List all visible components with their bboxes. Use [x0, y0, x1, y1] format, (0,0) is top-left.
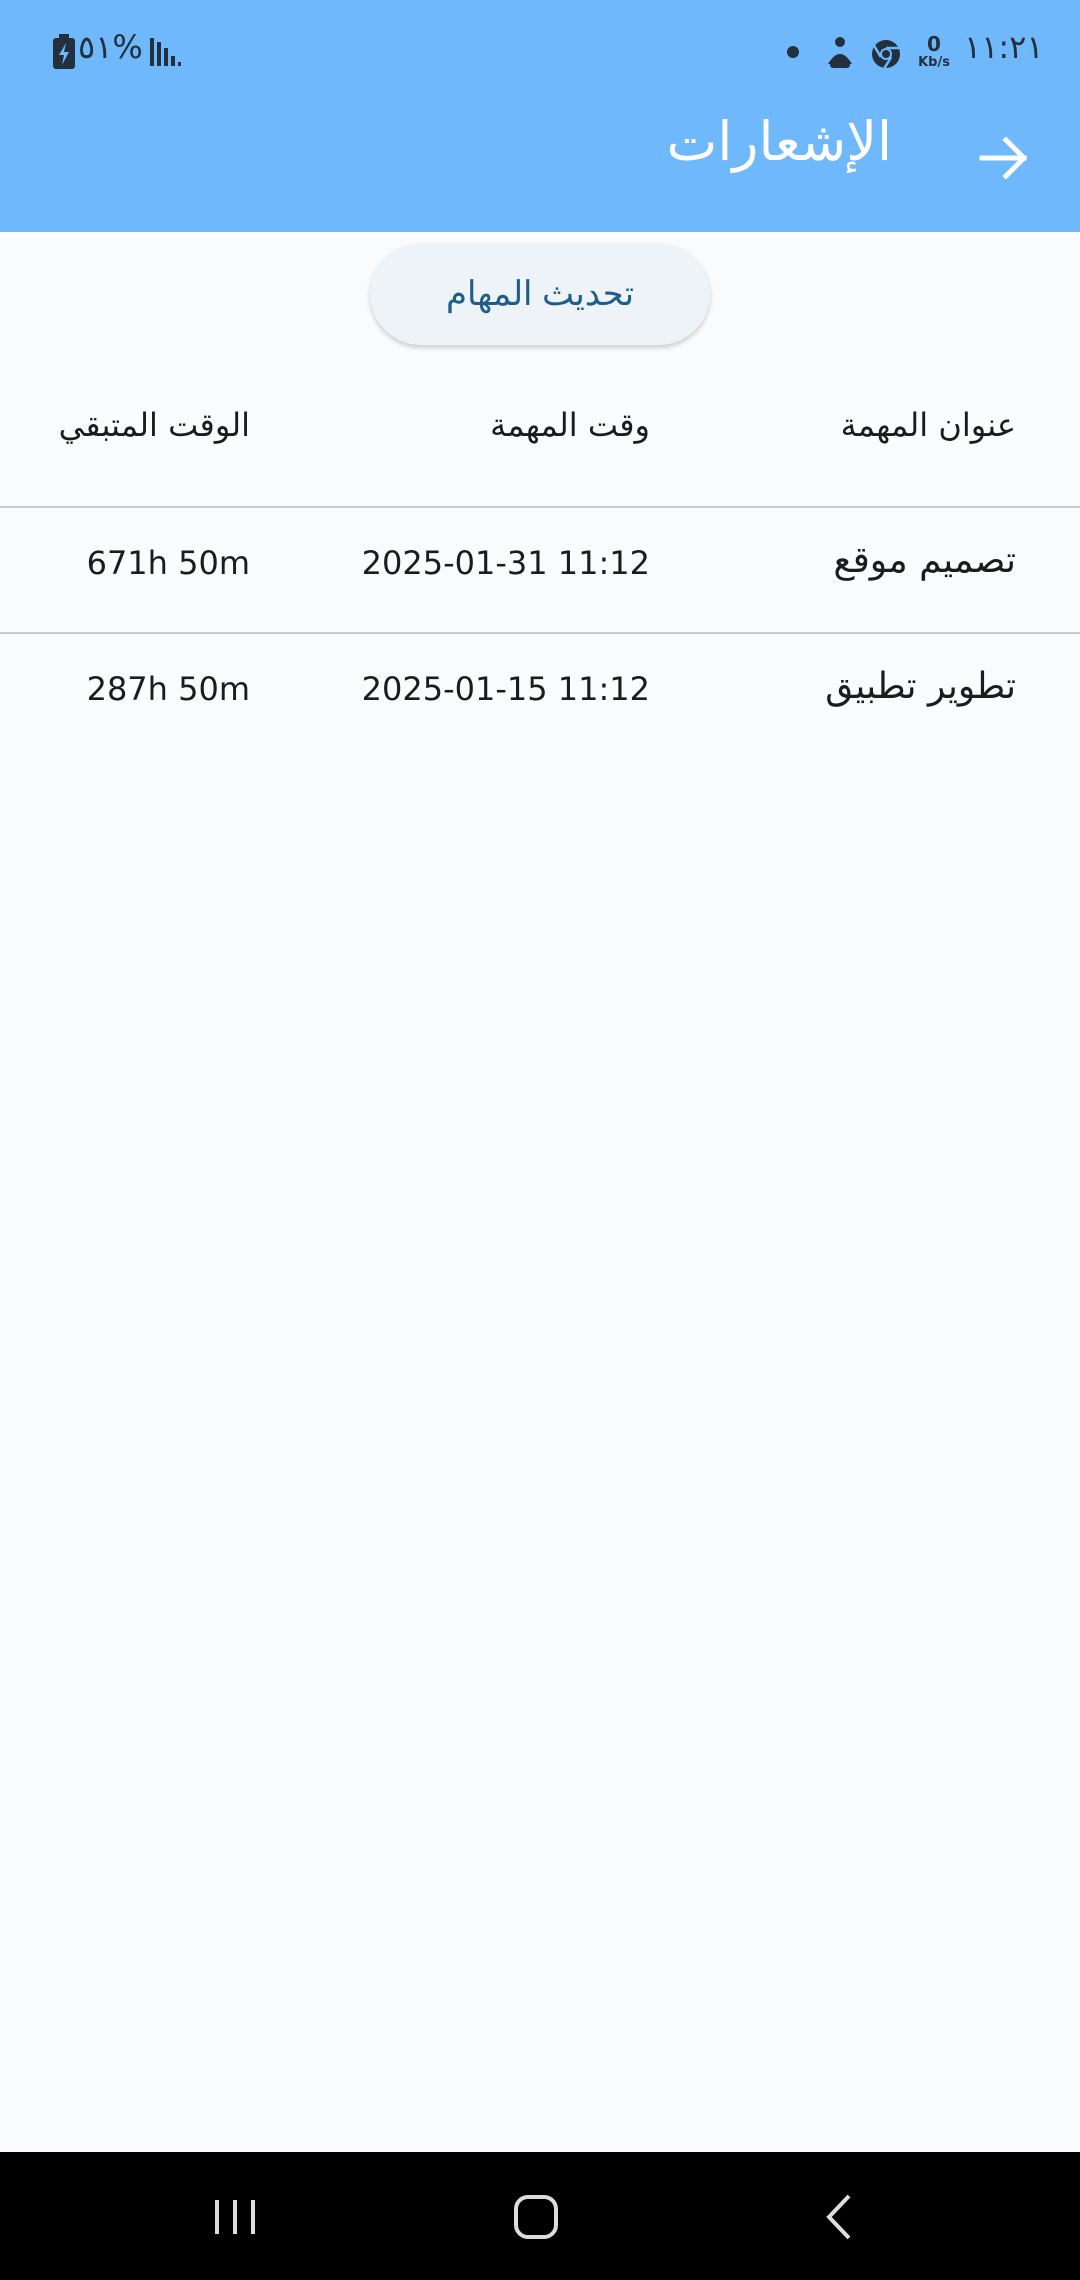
battery-icon — [52, 34, 76, 74]
header-task-time: وقت المهمة — [490, 406, 650, 444]
table-header: عنوان المهمة وقت المهمة الوقت المتبقي — [0, 350, 1080, 508]
accessibility-icon — [824, 36, 856, 74]
task-title: تصميم موقع — [833, 540, 1016, 581]
network-speed: 0 Kb/s — [918, 34, 950, 69]
network-speed-unit: Kb/s — [918, 55, 950, 70]
battery-percent: %٥١ — [78, 28, 143, 66]
table-row[interactable]: تصميم موقع 2025-01-31 11:12 671h 50m — [0, 508, 1080, 634]
task-title: تطوير تطبيق — [825, 666, 1016, 707]
task-time: 2025-01-31 11:12 — [361, 544, 650, 582]
system-nav-bar — [0, 2152, 1080, 2280]
header-remaining-time: الوقت المتبقي — [58, 406, 250, 444]
recents-icon[interactable] — [200, 2182, 270, 2252]
back-icon[interactable] — [805, 2182, 875, 2252]
chrome-icon — [870, 38, 902, 74]
network-speed-value: 0 — [927, 32, 941, 56]
task-time: 2025-01-15 11:12 — [361, 670, 650, 708]
page-title: الإشعارات — [666, 110, 892, 173]
signal-icon — [148, 36, 182, 72]
dot-icon — [786, 44, 800, 63]
task-remaining: 671h 50m — [86, 544, 250, 582]
refresh-tasks-button[interactable]: تحديث المهام — [370, 243, 710, 345]
tasks-table: عنوان المهمة وقت المهمة الوقت المتبقي تص… — [0, 350, 1080, 758]
table-row[interactable]: تطوير تطبيق 2025-01-15 11:12 287h 50m — [0, 634, 1080, 758]
task-remaining: 287h 50m — [86, 670, 250, 708]
arrow-right-icon[interactable] — [978, 132, 1030, 184]
app-bar: ١١:٢١ 0 Kb/s %٥١ الإشعارات — [0, 0, 1080, 232]
status-time: ١١:٢١ — [964, 28, 1044, 66]
home-icon[interactable] — [501, 2182, 571, 2252]
status-bar: ١١:٢١ 0 Kb/s %٥١ — [0, 0, 1080, 100]
header-task-title: عنوان المهمة — [840, 406, 1016, 444]
